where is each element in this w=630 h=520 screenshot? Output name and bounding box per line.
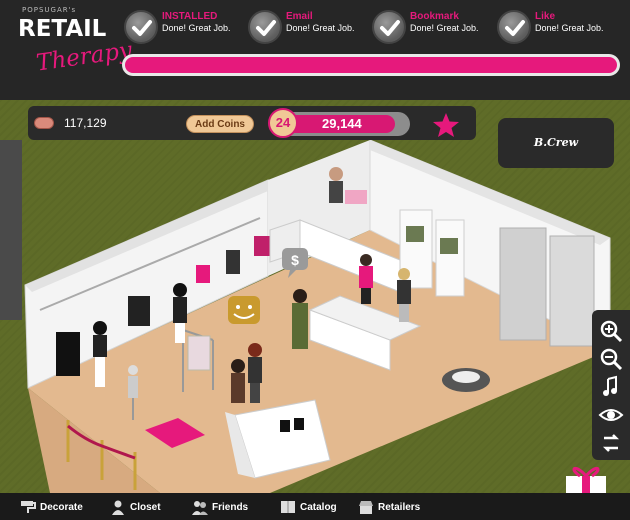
eye-icon[interactable] xyxy=(598,402,624,428)
checkmark-icon xyxy=(124,10,158,44)
star-icon[interactable] xyxy=(432,112,460,138)
achievement-progress-bar xyxy=(122,54,620,76)
crew-button[interactable]: B.Crew xyxy=(498,118,614,168)
logo-retail: RETAIL xyxy=(18,16,107,42)
storefront-icon xyxy=(359,501,373,514)
achievement-status: Done! Great Job. xyxy=(410,23,479,33)
svg-text:$: $ xyxy=(291,252,299,268)
achievement-name: Bookmark xyxy=(410,11,459,22)
nav-label: Friends xyxy=(212,501,249,513)
smiley-mood-bubble[interactable] xyxy=(228,296,260,324)
rotate-icon[interactable] xyxy=(598,430,624,456)
catalog-icon xyxy=(281,501,295,513)
shopper-avatar[interactable] xyxy=(173,283,187,343)
achievement-progress-fill xyxy=(125,57,617,73)
checkmark-icon xyxy=(372,10,406,44)
nav-catalog[interactable]: Catalog xyxy=(280,496,337,518)
display-shelf[interactable] xyxy=(435,219,465,297)
achievement-status: Done! Great Job. xyxy=(162,23,231,33)
shopper-avatar[interactable] xyxy=(93,321,107,387)
nav-closet[interactable]: Closet xyxy=(110,496,161,518)
coin-icon xyxy=(34,117,54,129)
shopper-avatar[interactable] xyxy=(292,289,308,349)
person-icon xyxy=(112,500,124,515)
fitting-room-curtain[interactable] xyxy=(499,227,547,341)
nav-decorate[interactable]: Decorate xyxy=(20,496,83,518)
gift-box-icon[interactable] xyxy=(566,467,606,493)
level-badge: 24 xyxy=(268,108,298,138)
banner-scallop-edge xyxy=(0,86,630,100)
top-banner: POPSUGAR's RETAIL Therapy INSTALLED Done… xyxy=(0,0,630,100)
shopper-avatar[interactable] xyxy=(359,254,373,304)
checkmark-icon xyxy=(248,10,282,44)
achievement-installed[interactable]: INSTALLED Done! Great Job. xyxy=(124,8,244,48)
achievement-status: Done! Great Job. xyxy=(535,23,604,33)
achievement-email[interactable]: Email Done! Great Job. xyxy=(248,8,368,48)
achievement-name: Email xyxy=(286,11,313,22)
friends-icon xyxy=(192,501,208,515)
achievement-status: Done! Great Job. xyxy=(286,23,355,33)
xp-value: 29,144 xyxy=(322,116,362,131)
add-coins-button[interactable]: Add Coins xyxy=(186,115,254,133)
achievement-like[interactable]: Like Done! Great Job. xyxy=(497,8,617,48)
view-tools-panel xyxy=(592,310,630,460)
nav-label: Catalog xyxy=(300,501,337,513)
music-note-icon[interactable] xyxy=(598,374,624,400)
nav-label: Retailers xyxy=(378,501,421,513)
nav-friends[interactable]: Friends xyxy=(192,496,248,518)
coin-balance: 117,129 xyxy=(64,116,107,130)
zoom-out-icon[interactable] xyxy=(598,346,624,372)
nav-retailers[interactable]: Retailers xyxy=(358,496,420,518)
bottom-nav: Decorate Closet Friends Catalog Retailer… xyxy=(0,493,630,520)
hud-bar: 117,129 Add Coins 29,144 24 xyxy=(28,106,476,140)
achievement-bookmark[interactable]: Bookmark Done! Great Job. xyxy=(372,8,492,48)
game-viewport[interactable]: $ 117,129 Add Coins 29,144 24 B.Crew xyxy=(0,100,630,493)
achievement-name: Like xyxy=(535,11,556,22)
shopper-avatar[interactable] xyxy=(231,359,245,403)
nav-label: Closet xyxy=(130,501,161,513)
logo-brand-small: POPSUGAR's xyxy=(22,6,77,14)
logo-therapy: Therapy xyxy=(34,37,134,77)
achievement-name: INSTALLED xyxy=(162,11,218,22)
neighbor-building xyxy=(0,140,22,320)
checkmark-icon xyxy=(497,10,531,44)
zoom-in-icon[interactable] xyxy=(598,318,624,344)
retail-therapy-logo: POPSUGAR's RETAIL Therapy xyxy=(14,6,134,78)
shopper-avatar[interactable] xyxy=(397,268,411,322)
paint-roller-icon xyxy=(21,501,36,513)
shopper-avatar[interactable] xyxy=(248,343,262,403)
nav-label: Decorate xyxy=(40,501,83,513)
fitting-room-curtain[interactable] xyxy=(549,235,595,347)
